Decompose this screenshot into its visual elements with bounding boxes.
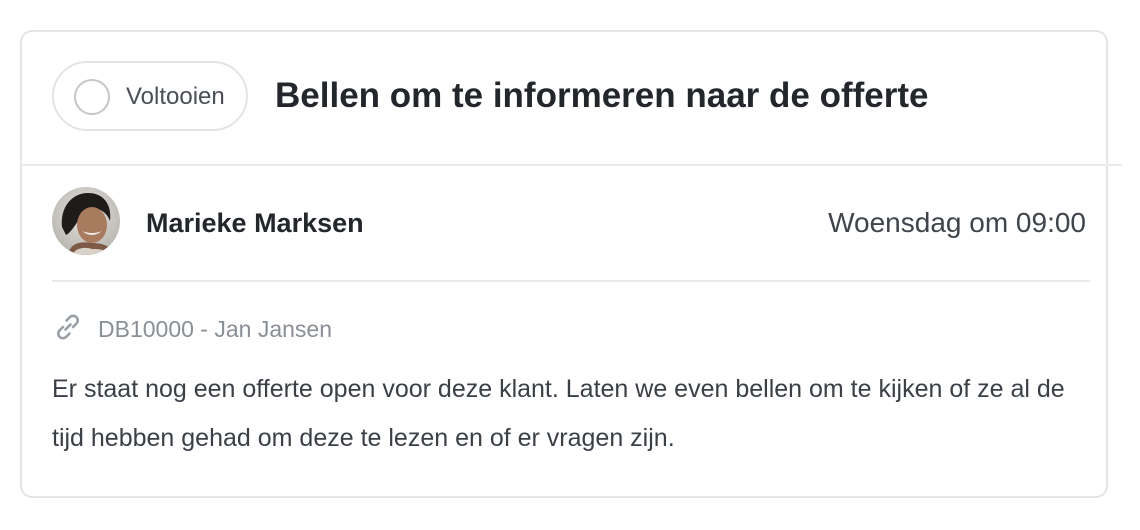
circle-outline-icon[interactable]: [74, 79, 110, 115]
task-header: Voltooien Bellen om te informeren naar d…: [22, 32, 1122, 166]
related-record-link[interactable]: DB10000 - Jan Jansen: [98, 316, 332, 342]
link-icon: [57, 314, 79, 340]
complete-label: Voltooien: [126, 83, 225, 110]
divider: [52, 280, 1090, 282]
avatar: [52, 187, 120, 255]
task-title: Bellen om te informeren naar de offerte: [275, 76, 929, 115]
author-name: Marieke Marksen: [146, 208, 364, 238]
task-card: Voltooien Bellen om te informeren naar d…: [20, 30, 1122, 498]
complete-button[interactable]: Voltooien: [52, 61, 248, 131]
due-date: Woensdag om 09:00: [828, 207, 1086, 238]
task-description: Er staat nog een offerte open voor deze …: [52, 375, 1065, 452]
